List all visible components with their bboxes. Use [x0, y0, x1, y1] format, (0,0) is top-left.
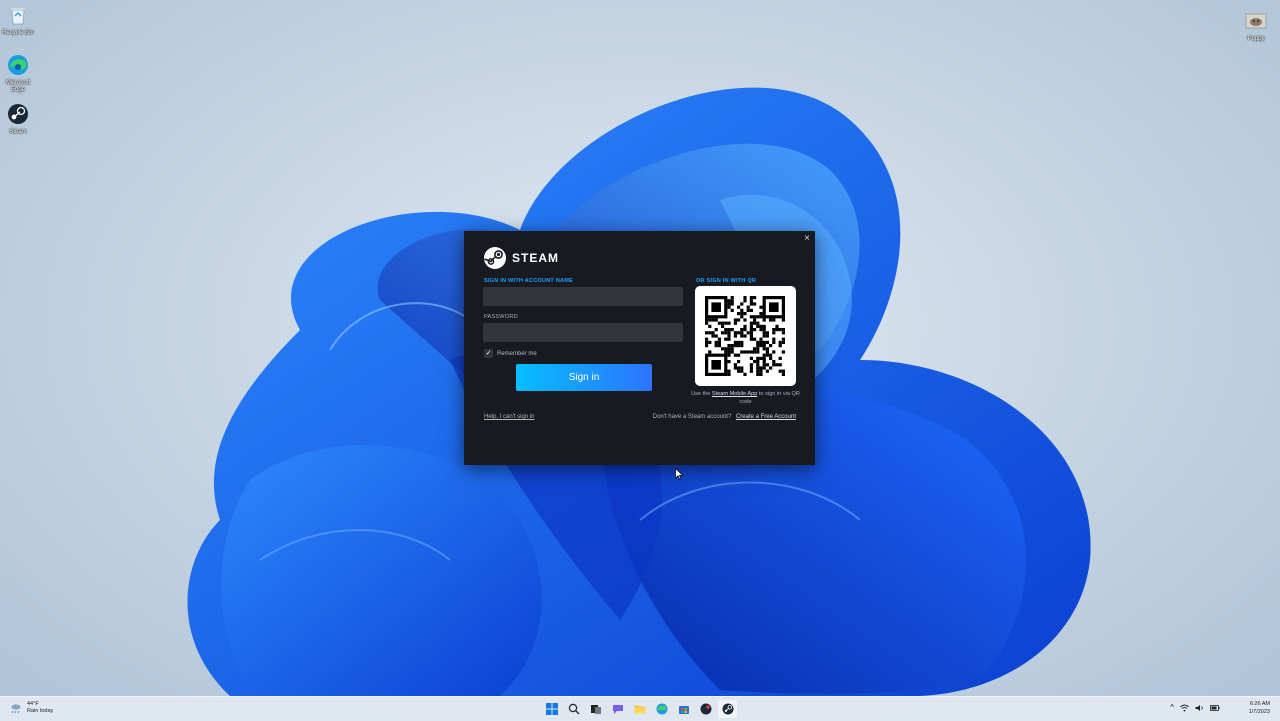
- chat-button[interactable]: [608, 700, 627, 718]
- mouse-cursor-icon: [675, 468, 683, 480]
- task-view-icon: [590, 705, 601, 714]
- battery-icon[interactable]: [1210, 704, 1220, 712]
- system-tray: ^: [1170, 703, 1220, 712]
- remember-me-checkbox[interactable]: ✓: [484, 349, 493, 358]
- task-view-button[interactable]: [586, 700, 605, 718]
- steam-icon: [722, 703, 733, 715]
- qr-code: [695, 286, 796, 386]
- qr-caption: Use the Steam Mobile App to sign in via …: [690, 390, 801, 406]
- qr-code-image: [705, 296, 785, 376]
- create-account-row: Don't have a Steam account? Create a Fre…: [614, 414, 796, 420]
- weather-widget[interactable]: 44°F Rain today: [10, 701, 53, 715]
- desktop-icon-puppy[interactable]: Puppy: [1238, 10, 1274, 43]
- file-explorer-button[interactable]: [630, 700, 649, 718]
- volume-icon[interactable]: [1195, 704, 1204, 712]
- rain-cloud-icon: [11, 704, 21, 714]
- desktop-icon-label: Steam: [9, 129, 27, 135]
- help-cant-sign-in-link[interactable]: Help, I can't sign in: [484, 414, 535, 420]
- recycle-bin-icon: [11, 8, 25, 25]
- steam-taskbar-button[interactable]: [718, 700, 737, 718]
- qr-section-label: OR SIGN IN WITH QR: [696, 278, 757, 284]
- steam-mobile-app-link[interactable]: Steam Mobile App: [712, 391, 757, 397]
- steam-logo-text: STEAM: [512, 251, 559, 265]
- weather-temp: 44°F: [27, 701, 39, 707]
- puppy-image-icon: [1245, 13, 1267, 29]
- password-label: PASSWORD: [484, 314, 518, 320]
- chat-icon: [612, 705, 623, 714]
- steam-logo: STEAM: [483, 246, 559, 270]
- tray-overflow-chevron-icon[interactable]: ^: [1170, 703, 1174, 712]
- remember-me-row[interactable]: ✓ Remember me: [484, 349, 537, 358]
- desktop-icon-edge[interactable]: Microsoft Edge: [0, 54, 36, 94]
- weather-desc: Rain today: [27, 708, 54, 714]
- create-account-link[interactable]: Create a Free Account: [736, 414, 796, 420]
- edge-icon: [656, 703, 667, 715]
- windows-start-icon: [545, 703, 558, 715]
- desktop-icon-label: Recycle Bin: [2, 30, 34, 36]
- desktop-icon-recycle-bin[interactable]: Recycle Bin: [0, 4, 36, 37]
- taskbar-pinned-apps: [542, 700, 737, 718]
- edge-icon: [8, 55, 28, 75]
- taskbar-clock[interactable]: 6:26 AM 1/7/2023: [1249, 701, 1270, 716]
- account-section-label: SIGN IN WITH ACCOUNT NAME: [484, 278, 574, 284]
- desktop-icon-steam[interactable]: Steam: [0, 103, 36, 136]
- file-explorer-icon: [634, 705, 645, 714]
- qr-caption-pre: Use the: [691, 391, 711, 397]
- store-button[interactable]: [674, 700, 693, 718]
- start-button[interactable]: [542, 700, 561, 718]
- password-input[interactable]: [483, 323, 683, 342]
- store-icon: [678, 706, 689, 714]
- steam-logo-icon: [484, 247, 506, 269]
- app-icon: [700, 703, 711, 715]
- steam-icon: [8, 104, 28, 124]
- clock-time: 6:26 AM: [1249, 701, 1270, 707]
- close-button[interactable]: ×: [804, 233, 810, 244]
- steam-login-dialog: × STEAM SIGN IN WITH ACCOUNT NAME PASSWO…: [464, 231, 815, 465]
- search-icon: [568, 703, 579, 715]
- clock-date: 1/7/2023: [1248, 708, 1270, 715]
- desktop-icon-label: Microsoft Edge: [5, 80, 31, 93]
- desktop-icon-label: Puppy: [1247, 36, 1265, 42]
- sign-in-button[interactable]: Sign in: [516, 364, 652, 391]
- wifi-icon[interactable]: [1180, 704, 1189, 712]
- edge-button[interactable]: [652, 700, 671, 718]
- remember-me-label: Remember me: [497, 350, 537, 357]
- app-button[interactable]: [696, 700, 715, 718]
- search-button[interactable]: [564, 700, 583, 718]
- account-name-input[interactable]: [483, 287, 683, 306]
- no-account-text: Don't have a Steam account?: [652, 414, 732, 420]
- taskbar: 44°F Rain today ^ 6:26 AM 1/7/2023: [0, 696, 1280, 721]
